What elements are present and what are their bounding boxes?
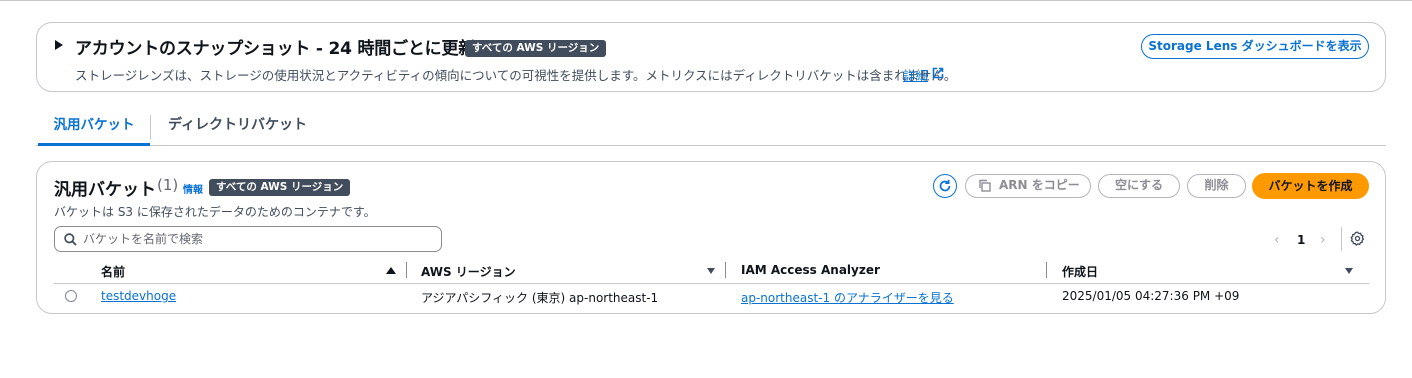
table-header-divider — [54, 283, 1369, 284]
previous-page-icon[interactable]: ‹ — [1274, 232, 1280, 248]
search-icon — [64, 233, 77, 246]
all-regions-badge: すべての AWS リージョン — [465, 40, 607, 57]
expand-caret-icon[interactable] — [55, 40, 63, 50]
panel-description: バケットは S3 に保存されたデータのためのコンテナです。 — [54, 205, 376, 219]
view-storage-lens-dashboard-button[interactable]: Storage Lens ダッシュボードを表示 — [1141, 34, 1369, 59]
external-link-icon[interactable] — [932, 67, 944, 79]
search-input[interactable] — [83, 230, 433, 248]
view-analyzer-link[interactable]: ap-northeast-1 のアナライザーを見る — [741, 289, 954, 306]
panel-title: 汎用バケット — [54, 180, 156, 200]
column-divider[interactable] — [1046, 262, 1047, 278]
bucket-region: アジアパシフィック (東京) ap-northeast-1 — [421, 291, 659, 305]
account-snapshot-panel: アカウントのスナップショット - 24 時間ごとに更新 すべての AWS リージ… — [36, 22, 1386, 92]
next-page-icon[interactable]: › — [1320, 232, 1326, 248]
row-select-radio[interactable] — [65, 290, 77, 302]
info-link[interactable]: 情報 — [183, 181, 203, 196]
tab-directory-buckets[interactable]: ディレクトリバケット — [168, 108, 307, 146]
sort-ascending-icon[interactable] — [386, 267, 396, 274]
refresh-icon — [939, 179, 951, 192]
bucket-name-link[interactable]: testdevhoge — [101, 289, 176, 303]
copy-icon — [979, 179, 991, 192]
column-header-creation-date[interactable]: 作成日 — [1062, 263, 1098, 280]
all-regions-badge: すべての AWS リージョン — [209, 179, 351, 196]
current-page-number[interactable]: 1 — [1297, 233, 1305, 247]
tab-divider — [150, 115, 151, 139]
snapshot-title[interactable]: アカウントのスナップショット - 24 時間ごとに更新 — [75, 34, 475, 59]
bucket-creation-date: 2025/01/05 04:27:36 PM +09 — [1062, 289, 1240, 303]
empty-bucket-button[interactable]: 空にする — [1098, 174, 1180, 198]
bucket-search-box[interactable] — [54, 226, 442, 252]
copy-arn-button[interactable]: ARN をコピー — [965, 174, 1091, 198]
column-divider[interactable] — [725, 262, 726, 278]
sort-indicator-icon[interactable] — [707, 268, 715, 274]
general-purpose-buckets-panel: 汎用バケット (1) 情報 すべての AWS リージョン バケットは S3 に保… — [36, 161, 1386, 314]
gear-icon[interactable] — [1350, 231, 1365, 246]
snapshot-description: ストレージレンズは、ストレージの使用状況とアクティビティの傾向についての可視性を… — [75, 68, 957, 83]
bucket-count: (1) — [157, 176, 179, 194]
tab-general-purpose-buckets[interactable]: 汎用バケット — [38, 108, 150, 146]
column-header-region[interactable]: AWS リージョン — [421, 263, 516, 280]
sort-indicator-icon[interactable] — [1345, 268, 1353, 274]
learn-more-link[interactable]: 詳細 — [903, 65, 928, 84]
column-header-iam-access-analyzer[interactable]: IAM Access Analyzer — [741, 263, 880, 277]
pagination-divider — [1341, 227, 1342, 251]
refresh-button[interactable] — [933, 174, 957, 198]
copy-arn-label: ARN をコピー — [999, 178, 1080, 192]
column-divider[interactable] — [406, 262, 407, 278]
bucket-type-tabs: 汎用バケット ディレクトリバケット — [36, 108, 1386, 146]
delete-bucket-button[interactable]: 削除 — [1187, 174, 1246, 198]
top-divider — [0, 0, 1412, 1]
column-header-name[interactable]: 名前 — [101, 263, 125, 280]
create-bucket-button[interactable]: バケットを作成 — [1252, 173, 1369, 199]
